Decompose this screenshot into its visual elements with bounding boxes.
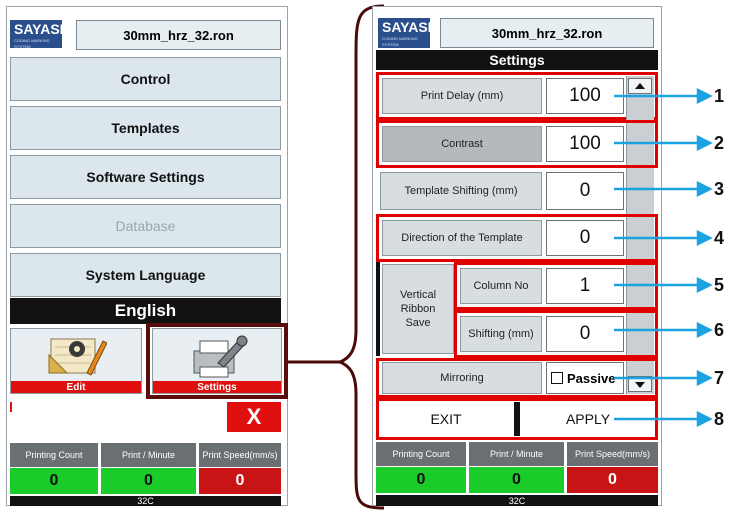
- callout-number-4: 4: [714, 228, 725, 248]
- settings-button[interactable]: Settings: [152, 328, 282, 394]
- arrow-down-icon: [635, 382, 645, 388]
- settings-title: Settings: [376, 50, 658, 70]
- system-language-button[interactable]: System Language: [10, 253, 281, 297]
- callout-arrowhead-3: [696, 180, 713, 198]
- shifting-input[interactable]: 0: [546, 316, 624, 352]
- logo-text-right: SAYASIS: [382, 19, 441, 35]
- exit-button[interactable]: EXIT: [380, 402, 512, 436]
- ribbon-left-bar: [376, 262, 380, 356]
- temperature-footer: 32C: [10, 496, 281, 506]
- apply-button[interactable]: APPLY: [522, 402, 654, 436]
- printing-count-value: 0: [10, 468, 98, 494]
- software-settings-button[interactable]: Software Settings: [10, 155, 281, 199]
- callout-arrowhead-6: [696, 321, 713, 339]
- templates-button[interactable]: Templates: [10, 106, 281, 150]
- column-no-input[interactable]: 1: [546, 268, 624, 304]
- callout-number-8: 8: [714, 409, 725, 429]
- temperature-footer-right: 32C: [376, 495, 658, 506]
- print-speed-label: Print Speed(mm/s): [199, 443, 281, 467]
- red-marker: [10, 402, 12, 412]
- sayasis-logo-right: SAYASIS CODING MARKING SYSTEM: [378, 18, 441, 48]
- printer-wrench-icon: [193, 335, 248, 378]
- logo-subtext-right: CODING MARKING SYSTEM: [382, 36, 418, 47]
- callout-arrowhead-2: [696, 134, 713, 152]
- database-button[interactable]: Database: [10, 204, 281, 248]
- callout-arrowhead-1: [696, 87, 713, 105]
- filename-display: 30mm_hrz_32.ron: [76, 20, 281, 50]
- edit-tools-icon: [48, 338, 107, 376]
- direction-input[interactable]: 0: [546, 220, 624, 256]
- printing-count-label-right: Printing Count: [376, 442, 466, 466]
- shifting-label: Shifting (mm): [460, 316, 542, 352]
- callout-arrowhead-7: [696, 369, 713, 387]
- callout-arrowhead-4: [696, 229, 713, 247]
- print-speed-value: 0: [199, 468, 281, 494]
- printing-count-value-right: 0: [376, 467, 466, 493]
- mirroring-checkbox[interactable]: [551, 372, 563, 384]
- scroll-down-button[interactable]: [628, 376, 652, 392]
- printing-count-label: Printing Count: [10, 443, 98, 467]
- close-button[interactable]: X: [227, 402, 281, 432]
- edit-button[interactable]: Edit: [10, 328, 142, 394]
- print-minute-value-right: 0: [469, 467, 564, 493]
- print-speed-value-right: 0: [567, 467, 658, 493]
- mirroring-checkbox-area[interactable]: Passive: [546, 362, 624, 394]
- callout-arrowhead-8: [696, 410, 713, 428]
- action-divider: [514, 402, 520, 436]
- control-button[interactable]: Control: [10, 57, 281, 101]
- scroll-up-button[interactable]: [628, 78, 652, 94]
- filename-display-right: 30mm_hrz_32.ron: [440, 18, 654, 48]
- callout-arrowhead-5: [696, 276, 713, 294]
- sayasis-logo: SAYASIS CODING MARKING SYSTEM: [10, 20, 73, 49]
- print-delay-label: Print Delay (mm): [382, 78, 542, 114]
- vertical-ribbon-save-label: Vertical Ribbon Save: [382, 264, 454, 354]
- callout-number-2: 2: [714, 133, 725, 153]
- mirroring-label: Mirroring: [382, 362, 542, 394]
- contrast-label: Contrast: [382, 126, 542, 162]
- current-language: English: [10, 298, 281, 324]
- template-shifting-input[interactable]: 0: [546, 172, 624, 210]
- callout-number-7: 7: [714, 368, 725, 388]
- mirroring-state-label: Passive: [567, 370, 616, 386]
- direction-label: Direction of the Template: [382, 220, 542, 256]
- callout-number-1: 1: [714, 86, 725, 106]
- logo-subtext: CODING MARKING SYSTEM: [14, 38, 50, 49]
- callout-number-3: 3: [714, 179, 725, 199]
- logo-text: SAYASIS: [14, 21, 73, 37]
- template-shifting-label: Template Shifting (mm): [380, 172, 542, 210]
- print-minute-value: 0: [101, 468, 196, 494]
- print-minute-label: Print / Minute: [101, 443, 196, 467]
- edit-label: Edit: [11, 381, 141, 393]
- print-minute-label-right: Print / Minute: [469, 442, 564, 466]
- callout-number-6: 6: [714, 320, 725, 340]
- contrast-input[interactable]: 100: [546, 126, 624, 162]
- arrow-up-icon: [635, 83, 645, 89]
- column-no-label: Column No: [460, 268, 542, 304]
- print-speed-label-right: Print Speed(mm/s): [567, 442, 658, 466]
- settings-label: Settings: [153, 381, 281, 393]
- callout-number-5: 5: [714, 275, 725, 295]
- print-delay-input[interactable]: 100: [546, 78, 624, 114]
